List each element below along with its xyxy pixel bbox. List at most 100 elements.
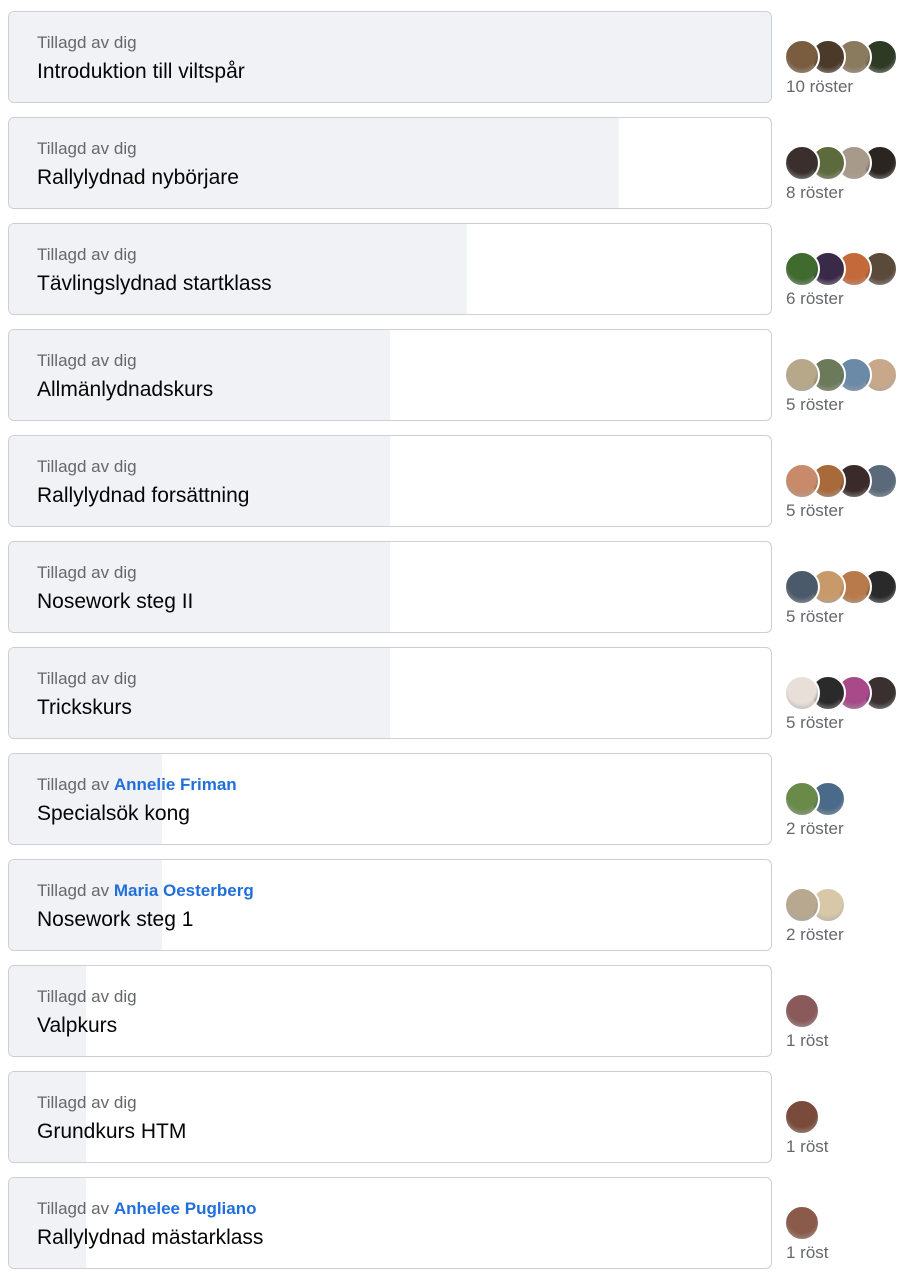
vote-count[interactable]: 10 röster [786, 76, 853, 98]
voter-avatar[interactable] [784, 1205, 820, 1241]
poll-option-label: Rallylydnad nybörjare [37, 166, 239, 189]
voter-avatars[interactable] [784, 887, 916, 925]
poll-option-button[interactable]: Tillagd av Annelie Friman Specialsök kong [8, 753, 772, 845]
voters-summary: 2 röster [784, 781, 916, 841]
added-by-line: Tillagd av dig [37, 244, 751, 266]
voter-avatars[interactable] [784, 569, 916, 607]
poll-option-button[interactable]: Tillagd av dig Grundkurs HTM [8, 1071, 772, 1163]
poll-option-row: Tillagd av Annelie Friman Specialsök kong… [8, 753, 916, 847]
added-by-line: Tillagd av dig [37, 350, 751, 372]
added-by-self: dig [113, 33, 137, 52]
poll-option-button[interactable]: Tillagd av dig Valpkurs [8, 965, 772, 1057]
poll-option-button[interactable]: Tillagd av Maria Oesterberg Nosework steg… [8, 859, 772, 951]
poll-option-row: Tillagd av dig Valpkurs 1 röst [8, 965, 916, 1059]
poll-option-label: Trickskurs [37, 696, 132, 719]
voter-avatar[interactable] [784, 463, 820, 499]
vote-count[interactable]: 5 röster [786, 606, 844, 628]
added-by-line: Tillagd av dig [37, 32, 751, 54]
added-by-user-link[interactable]: Anhelee Pugliano [114, 1199, 257, 1218]
added-by-user-link[interactable]: Annelie Friman [114, 775, 237, 794]
voter-avatar[interactable] [784, 357, 820, 393]
poll-option-row: Tillagd av Anhelee Pugliano Rallylydnad m… [8, 1177, 916, 1271]
poll-option-button[interactable]: Tillagd av dig Rallylydnad forsättning [8, 435, 772, 527]
voters-summary: 5 röster [784, 569, 916, 629]
voter-avatar[interactable] [784, 39, 820, 75]
poll-option-row: Tillagd av dig Tävlingslydnad startklass 6… [8, 223, 916, 317]
added-by-self: dig [113, 351, 137, 370]
poll-option-row: Tillagd av dig Trickskurs 5 röster [8, 647, 916, 741]
voter-avatars[interactable] [784, 781, 916, 819]
vote-count[interactable]: 5 röster [786, 394, 844, 416]
vote-count[interactable]: 1 röst [786, 1030, 829, 1052]
added-by-prefix: Tillagd av [37, 881, 110, 900]
poll-option-label: Tävlingslydnad startklass [37, 272, 272, 295]
added-by-prefix: Tillagd av [37, 1199, 110, 1218]
poll-option-text: Tillagd av dig Nosework steg II [37, 562, 751, 616]
added-by-prefix: Tillagd av [37, 1093, 110, 1112]
voter-avatars[interactable] [784, 675, 916, 713]
poll-option-button[interactable]: Tillagd av dig Tävlingslydnad startklass [8, 223, 772, 315]
added-by-prefix: Tillagd av [37, 563, 110, 582]
voter-avatar[interactable] [784, 781, 820, 817]
poll-option-row: Tillagd av dig Nosework steg II 5 röster [8, 541, 916, 635]
voter-avatars[interactable] [784, 1099, 916, 1137]
voter-avatar[interactable] [784, 1099, 820, 1135]
added-by-prefix: Tillagd av [37, 245, 110, 264]
vote-count[interactable]: 2 röster [786, 818, 844, 840]
poll-option-row: Tillagd av dig Rallylydnad forsättning 5 r… [8, 435, 916, 529]
added-by-line: Tillagd av Anhelee Pugliano [37, 1198, 751, 1220]
poll-option-button[interactable]: Tillagd av dig Nosework steg II [8, 541, 772, 633]
added-by-prefix: Tillagd av [37, 351, 110, 370]
voter-avatars[interactable] [784, 357, 916, 395]
voter-avatar[interactable] [784, 675, 820, 711]
voter-avatars[interactable] [784, 145, 916, 183]
poll-option-button[interactable]: Tillagd av dig Trickskurs [8, 647, 772, 739]
vote-count[interactable]: 2 röster [786, 924, 844, 946]
voter-avatar[interactable] [784, 145, 820, 181]
poll-option-text: Tillagd av dig Tävlingslydnad startklass [37, 244, 751, 298]
voter-avatars[interactable] [784, 993, 916, 1031]
poll-option-button[interactable]: Tillagd av dig Introduktion till viltspår [8, 11, 772, 103]
vote-count[interactable]: 5 röster [786, 712, 844, 734]
poll-option-text: Tillagd av dig Introduktion till viltspår [37, 32, 751, 86]
vote-count[interactable]: 8 röster [786, 182, 844, 204]
voter-avatar[interactable] [784, 887, 820, 923]
vote-count[interactable]: 1 röst [786, 1136, 829, 1158]
poll-option-label: Rallylydnad forsättning [37, 484, 250, 507]
poll-option-text: Tillagd av dig Allmänlydnadskurs [37, 350, 751, 404]
voters-summary: 5 röster [784, 675, 916, 735]
voter-avatars[interactable] [784, 463, 916, 501]
voter-avatars[interactable] [784, 39, 916, 77]
poll-option-text: Tillagd av dig Rallylydnad forsättning [37, 456, 751, 510]
poll-option-label: Rallylydnad mästarklass [37, 1226, 264, 1249]
added-by-prefix: Tillagd av [37, 33, 110, 52]
voter-avatars[interactable] [784, 251, 916, 289]
voters-summary: 1 röst [784, 1099, 916, 1159]
poll-option-button[interactable]: Tillagd av Anhelee Pugliano Rallylydnad m… [8, 1177, 772, 1269]
poll-option-row: Tillagd av dig Grundkurs HTM 1 röst [8, 1071, 916, 1165]
voter-avatars[interactable] [784, 1205, 916, 1243]
added-by-self: dig [113, 457, 137, 476]
vote-count[interactable]: 6 röster [786, 288, 844, 310]
added-by-self: dig [113, 987, 137, 1006]
poll-option-label: Nosework steg 1 [37, 908, 194, 931]
added-by-line: Tillagd av dig [37, 1092, 751, 1114]
voter-avatar[interactable] [784, 993, 820, 1029]
added-by-line: Tillagd av Annelie Friman [37, 774, 751, 796]
poll-option-label: Grundkurs HTM [37, 1120, 187, 1143]
poll-option-text: Tillagd av Maria Oesterberg Nosework steg… [37, 880, 751, 934]
poll-option-label: Specialsök kong [37, 802, 190, 825]
voters-summary: 6 röster [784, 251, 916, 311]
added-by-user-link[interactable]: Maria Oesterberg [114, 881, 254, 900]
vote-count[interactable]: 1 röst [786, 1242, 829, 1264]
poll-option-text: Tillagd av Anhelee Pugliano Rallylydnad m… [37, 1198, 751, 1252]
added-by-line: Tillagd av dig [37, 668, 751, 690]
added-by-self: dig [113, 1093, 137, 1112]
vote-count[interactable]: 5 röster [786, 500, 844, 522]
voter-avatar[interactable] [784, 251, 820, 287]
poll-option-button[interactable]: Tillagd av dig Rallylydnad nybörjare [8, 117, 772, 209]
voter-avatar[interactable] [784, 569, 820, 605]
poll-option-button[interactable]: Tillagd av dig Allmänlydnadskurs [8, 329, 772, 421]
added-by-prefix: Tillagd av [37, 669, 110, 688]
voters-summary: 8 röster [784, 145, 916, 205]
